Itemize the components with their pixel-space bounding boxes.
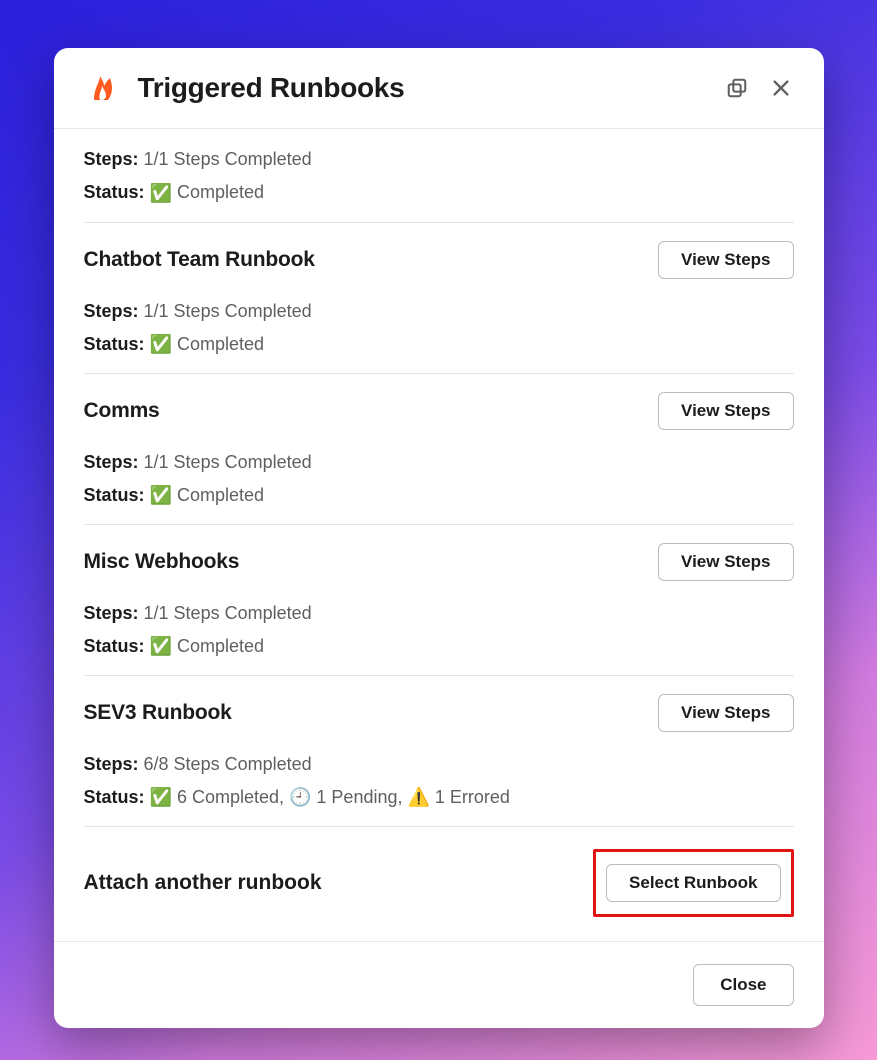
status-line: Status: ✅ Completed xyxy=(84,481,794,510)
steps-label: Steps: xyxy=(84,452,139,472)
view-steps-button[interactable]: View Steps xyxy=(658,392,793,430)
view-steps-button[interactable]: View Steps xyxy=(658,241,793,279)
steps-line: Steps: 6/8 Steps Completed xyxy=(84,750,794,779)
steps-label: Steps: xyxy=(84,603,139,623)
modal-title: Triggered Runbooks xyxy=(138,72,706,104)
status-value: ✅ Completed xyxy=(150,636,264,656)
runbook-partial-top: Steps: 1/1 Steps Completed Status: ✅ Com… xyxy=(84,129,794,223)
status-line: Status: ✅ Completed xyxy=(84,632,794,661)
status-label: Status: xyxy=(84,787,145,807)
steps-line: Steps: 1/1 Steps Completed xyxy=(84,297,794,326)
header-actions xyxy=(724,75,794,101)
steps-line: Steps: 1/1 Steps Completed xyxy=(84,448,794,477)
close-button[interactable]: Close xyxy=(693,964,793,1006)
status-line: Status: ✅ Completed xyxy=(84,178,794,208)
check-icon: ✅ xyxy=(150,183,172,203)
status-value: ✅ 6 Completed, 🕘 1 Pending, ⚠️ 1 Errored xyxy=(150,787,510,807)
triggered-runbooks-modal: Triggered Runbooks Steps: 1/1 Steps Comp… xyxy=(54,48,824,1028)
status-label: Status: xyxy=(84,182,145,202)
select-runbook-button[interactable]: Select Runbook xyxy=(606,864,780,902)
runbook-item: Misc Webhooks View Steps Steps: 1/1 Step… xyxy=(84,525,794,676)
steps-label: Steps: xyxy=(84,754,139,774)
steps-value: 1/1 Steps Completed xyxy=(144,452,312,472)
attach-runbook-row: Attach another runbook Select Runbook xyxy=(84,827,794,941)
annotation-highlight: Select Runbook xyxy=(593,849,793,917)
status-label: Status: xyxy=(84,334,145,354)
steps-value: 6/8 Steps Completed xyxy=(144,754,312,774)
modal-header: Triggered Runbooks xyxy=(54,48,824,129)
steps-value: 1/1 Steps Completed xyxy=(144,603,312,623)
steps-line: Steps: 1/1 Steps Completed xyxy=(84,599,794,628)
view-steps-button[interactable]: View Steps xyxy=(658,543,793,581)
runbook-item: Chatbot Team Runbook View Steps Steps: 1… xyxy=(84,223,794,374)
steps-value: 1/1 Steps Completed xyxy=(144,149,312,169)
status-label: Status: xyxy=(84,485,145,505)
runbook-item: SEV3 Runbook View Steps Steps: 6/8 Steps… xyxy=(84,676,794,827)
runbook-item: Comms View Steps Steps: 1/1 Steps Comple… xyxy=(84,374,794,525)
close-icon[interactable] xyxy=(768,75,794,101)
status-line: Status: ✅ Completed xyxy=(84,330,794,359)
runbook-title: Chatbot Team Runbook xyxy=(84,248,315,272)
steps-label: Steps: xyxy=(84,301,139,321)
firehydrant-logo-icon xyxy=(84,70,120,106)
status-value: Completed xyxy=(177,182,264,202)
attach-title: Attach another runbook xyxy=(84,871,322,895)
modal-body: Steps: 1/1 Steps Completed Status: ✅ Com… xyxy=(54,129,824,941)
runbook-title: Comms xyxy=(84,399,160,423)
status-value: ✅ Completed xyxy=(150,334,264,354)
steps-label: Steps: xyxy=(84,149,139,169)
modal-footer: Close xyxy=(54,941,824,1028)
runbook-title: SEV3 Runbook xyxy=(84,701,232,725)
steps-line: Steps: 1/1 Steps Completed xyxy=(84,145,794,174)
view-steps-button[interactable]: View Steps xyxy=(658,694,793,732)
steps-value: 1/1 Steps Completed xyxy=(144,301,312,321)
status-label: Status: xyxy=(84,636,145,656)
runbook-title: Misc Webhooks xyxy=(84,550,240,574)
status-value: ✅ Completed xyxy=(150,485,264,505)
status-line: Status: ✅ 6 Completed, 🕘 1 Pending, ⚠️ 1… xyxy=(84,783,794,812)
open-external-icon[interactable] xyxy=(724,75,750,101)
